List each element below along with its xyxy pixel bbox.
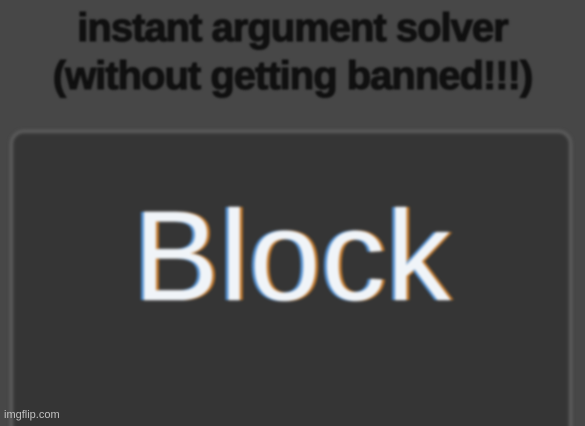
- imgflip-watermark: imgflip.com: [4, 409, 60, 421]
- block-button-label[interactable]: Block: [0, 182, 585, 332]
- caption-line-2: (without getting banned!!!): [52, 54, 534, 99]
- caption: instant argument solver (without getting…: [0, 4, 585, 100]
- meme-frame: instant argument solver (without getting…: [0, 0, 585, 426]
- caption-line-1: instant argument solver: [77, 6, 509, 51]
